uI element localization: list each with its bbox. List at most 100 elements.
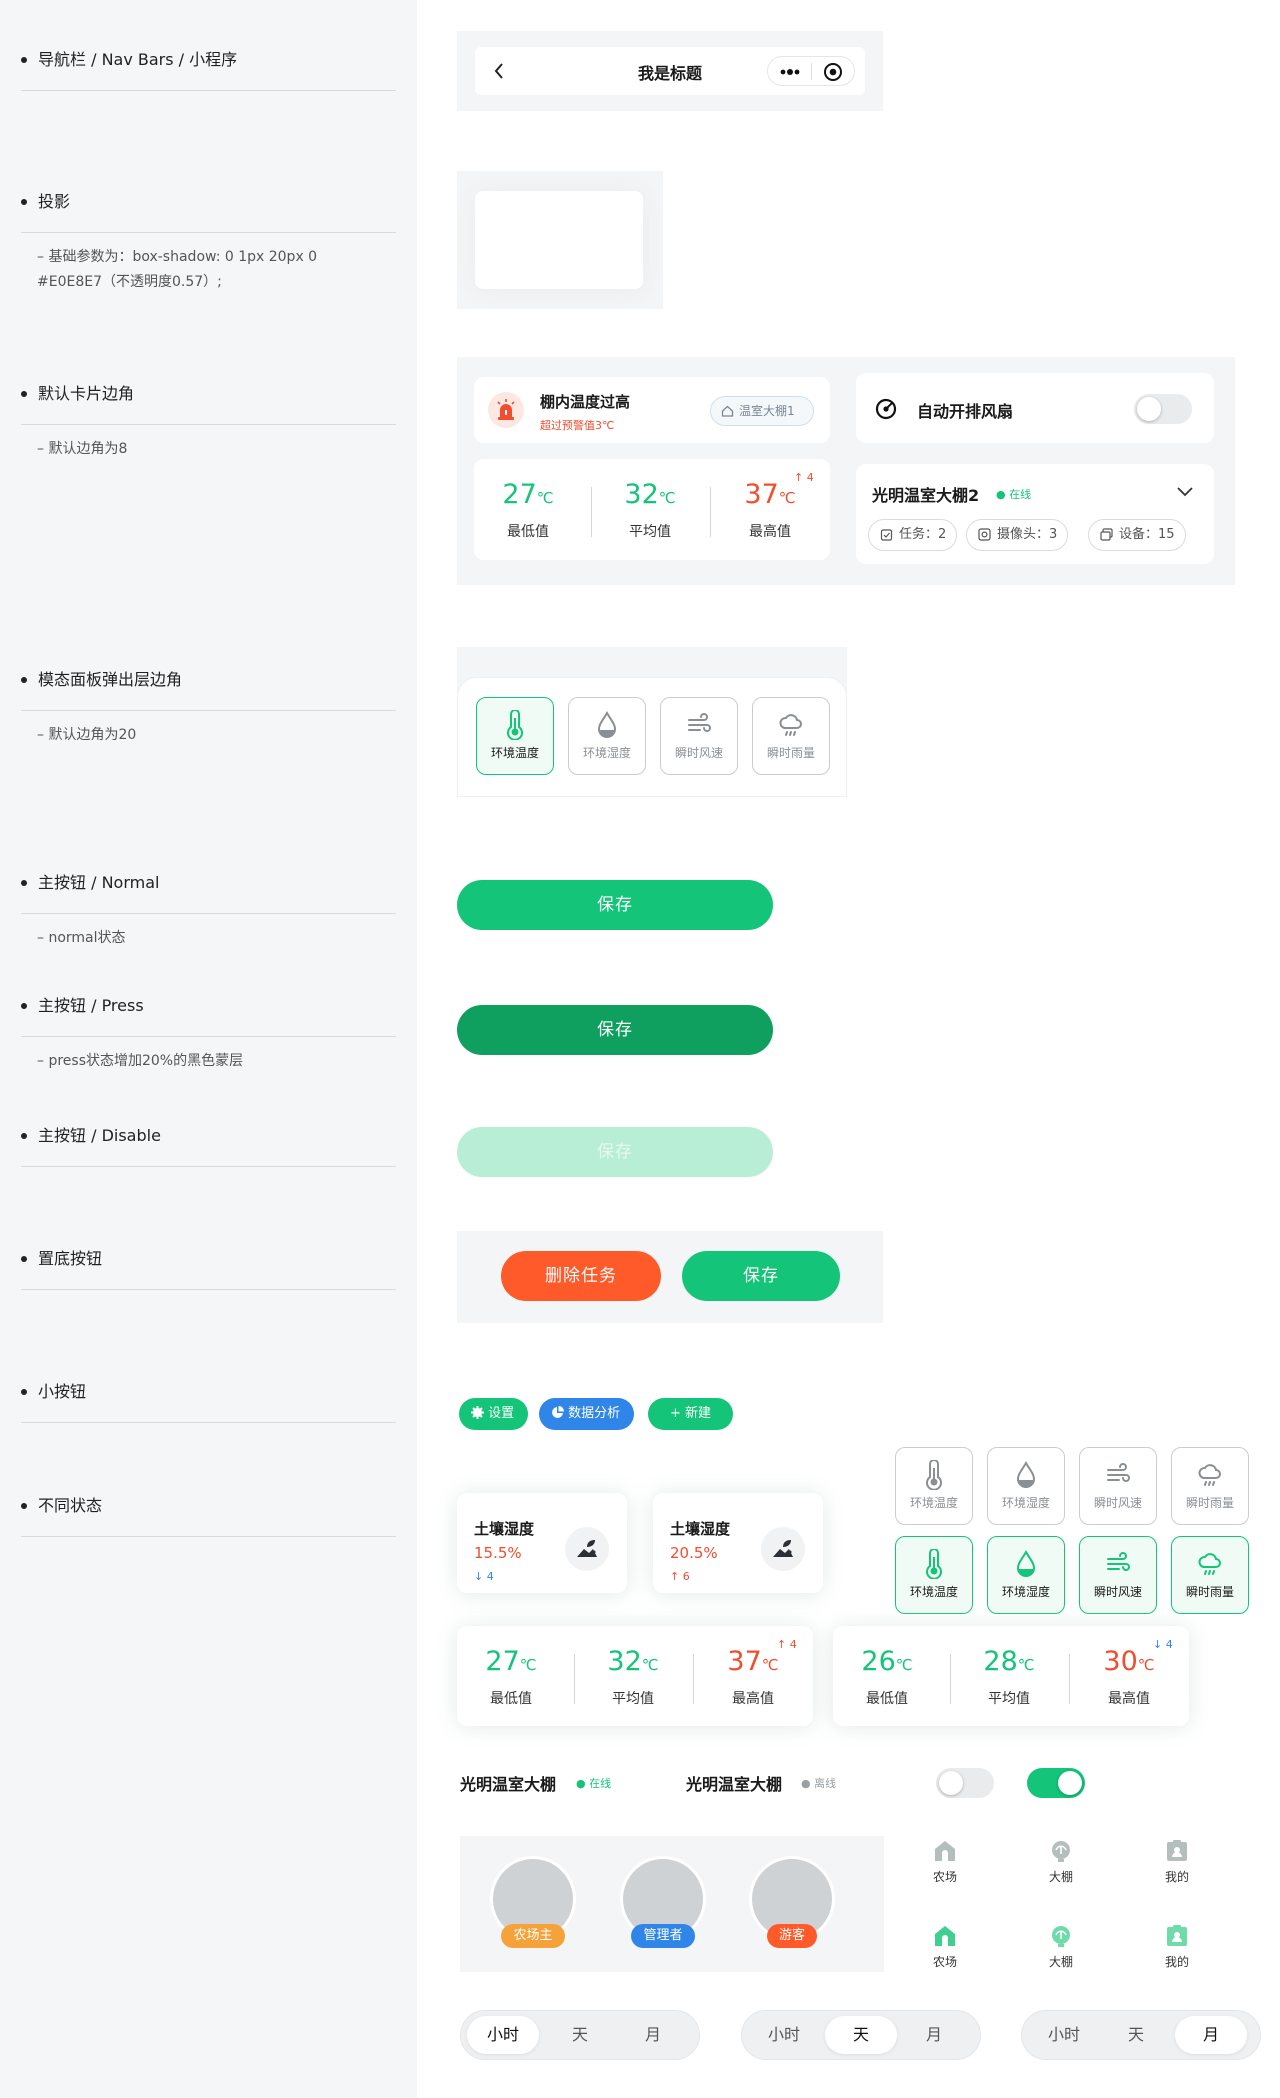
toggle-knob: [1058, 1771, 1082, 1795]
sensor-tile-wind[interactable]: 瞬时风速: [1079, 1536, 1157, 1614]
section-small-buttons: 小按钮: [21, 1382, 396, 1423]
save-button[interactable]: 保存: [682, 1251, 840, 1301]
role-owner[interactable]: 农场主: [490, 1856, 576, 1966]
alarm-card[interactable]: 棚内温度过高 超过预警值3℃ 温室大棚1: [474, 377, 830, 443]
fan-toggle[interactable]: [1134, 394, 1192, 424]
stat-divider: [591, 487, 592, 537]
tab-mine[interactable]: 我的: [1137, 1838, 1217, 1885]
thermometer-icon: [507, 710, 523, 740]
water-drop-icon: [597, 710, 617, 738]
close-target-icon[interactable]: [823, 62, 843, 82]
device-icon: [1100, 528, 1113, 541]
section-modal-radius: 模态面板弹出层边角 – 默认边角为20: [21, 670, 396, 748]
stat-divider: [693, 1654, 694, 1704]
segment-day-option[interactable]: 天: [544, 2016, 616, 2054]
segment-month-option[interactable]: 月: [1175, 2016, 1247, 2054]
delete-task-button[interactable]: 删除任务: [501, 1251, 661, 1301]
stat-divider: [950, 1654, 951, 1704]
sensor-tile-humidity[interactable]: 环境湿度: [987, 1447, 1065, 1525]
sensor-tile-wind[interactable]: 瞬时风速: [1079, 1447, 1157, 1525]
tab-farm[interactable]: 农场: [905, 1923, 985, 1970]
profile-card-icon: [1167, 1840, 1187, 1861]
data-analysis-button[interactable]: 数据分析: [539, 1398, 635, 1430]
section-title: 主按钮 / Normal: [21, 873, 396, 893]
role-admin[interactable]: 管理者: [620, 1856, 706, 1966]
save-button-normal[interactable]: 保存: [457, 880, 773, 930]
stat-min-label: 最低值: [866, 1691, 908, 1707]
status-offline: ● 离线: [801, 1777, 837, 1790]
greenhouse-globe-icon: [1052, 1841, 1070, 1862]
sensor-tile-wind[interactable]: 瞬时风速: [660, 697, 738, 775]
soil-delta-value: 4: [486, 1570, 494, 1583]
section-title: 主按钮 / Disable: [21, 1126, 396, 1146]
sensor-tile-temp[interactable]: 环境温度: [895, 1447, 973, 1525]
camera-tag[interactable]: 摄像头：3: [966, 519, 1069, 551]
water-drop-icon: [1016, 1460, 1036, 1488]
divider: [21, 913, 396, 914]
profile-card-icon: [1167, 1925, 1187, 1946]
segment-hour-option[interactable]: 小时: [1028, 2016, 1100, 2054]
stat-avg-unit: ℃: [1017, 1656, 1035, 1674]
section-desc: – normal状态: [37, 930, 126, 946]
tab-shed[interactable]: 大棚: [1021, 1923, 1101, 1970]
stat-min-value: 27: [502, 479, 537, 510]
fan-label: 自动开排风扇: [917, 402, 1014, 421]
greenhouse-card[interactable]: 光明温室大棚2 ● 在线 任务：2 摄像头：3 设备：15: [856, 464, 1214, 564]
section-title: 小按钮: [21, 1382, 396, 1402]
navbar: 我是标题: [475, 47, 865, 95]
segment-hour-option[interactable]: 小时: [467, 2016, 539, 2054]
stat-max-unit: ℃: [1137, 1656, 1155, 1674]
sensor-tile-label: 环境温度: [909, 1585, 958, 1599]
tab-shed[interactable]: 大棚: [1021, 1838, 1101, 1885]
sensor-tile-rain[interactable]: 瞬时雨量: [1171, 1536, 1249, 1614]
stat-divider: [1069, 1654, 1070, 1704]
segment-month-option[interactable]: 月: [617, 2016, 689, 2054]
shadow-card: [475, 191, 643, 289]
wind-icon: [1107, 1552, 1130, 1571]
divider: [21, 1536, 396, 1537]
segment-day-option[interactable]: 天: [825, 2016, 897, 2054]
more-dots-icon[interactable]: [778, 65, 802, 79]
device-tag[interactable]: 设备：15: [1088, 519, 1186, 551]
greenhouse-tag[interactable]: 温室大棚1: [710, 396, 814, 426]
settings-button[interactable]: 设置: [459, 1398, 529, 1430]
fan-card: 自动开排风扇: [856, 373, 1214, 443]
gear-icon: [471, 1406, 484, 1419]
sensor-tile-temp[interactable]: 环境温度: [476, 697, 554, 775]
wind-icon: [1107, 1463, 1130, 1482]
sensor-tile-humidity[interactable]: 环境湿度: [568, 697, 646, 775]
stat-avg-unit: ℃: [658, 489, 676, 507]
role-visitor-label: 游客: [766, 1924, 817, 1948]
segment-hour-option[interactable]: 小时: [748, 2016, 820, 2054]
stat-avg-value: 32: [607, 1646, 642, 1677]
new-button[interactable]: + 新建: [648, 1398, 734, 1430]
tab-mine[interactable]: 我的: [1137, 1923, 1217, 1970]
chevron-down-icon[interactable]: [1176, 486, 1194, 498]
save-button-press[interactable]: 保存: [457, 1005, 773, 1055]
farm-house-icon: [935, 1926, 955, 1946]
role-visitor[interactable]: 游客: [749, 1856, 835, 1966]
sensor-tile-rain[interactable]: 瞬时雨量: [752, 697, 830, 775]
sensor-tile-label: 瞬时风速: [1093, 1496, 1142, 1510]
toggle-on[interactable]: [1027, 1768, 1085, 1798]
segment-month-option[interactable]: 月: [898, 2016, 970, 2054]
stat-avg-unit: ℃: [641, 1656, 659, 1674]
alarm-icon-bg: [488, 392, 524, 428]
tab-farm[interactable]: 农场: [905, 1838, 985, 1885]
task-tag[interactable]: 任务：2: [868, 519, 958, 551]
segment-day-option[interactable]: 天: [1100, 2016, 1172, 2054]
navbar-demo: 我是标题: [457, 31, 883, 111]
sensor-tile-temp[interactable]: 环境温度: [895, 1536, 973, 1614]
section-primary-press: 主按钮 / Press – press状态增加20%的黑色蒙层: [21, 996, 396, 1074]
section-title: 模态面板弹出层边角: [21, 670, 396, 690]
wind-icon: [688, 713, 711, 732]
sensor-tile-humidity[interactable]: 环境湿度: [987, 1536, 1065, 1614]
stat-divider: [574, 1654, 575, 1704]
status-online: ● 在线: [576, 1777, 612, 1790]
tab-label: 大棚: [1048, 1955, 1073, 1969]
stats-card: 27℃ 最低值 32℃ 平均值 37℃ 最高值 ↑ 4: [474, 459, 830, 560]
toggle-off[interactable]: [936, 1768, 994, 1798]
tab-label: 农场: [932, 1870, 957, 1884]
stat-min: 26℃ 最低值: [847, 1646, 927, 1708]
sensor-tile-rain[interactable]: 瞬时雨量: [1171, 1447, 1249, 1525]
